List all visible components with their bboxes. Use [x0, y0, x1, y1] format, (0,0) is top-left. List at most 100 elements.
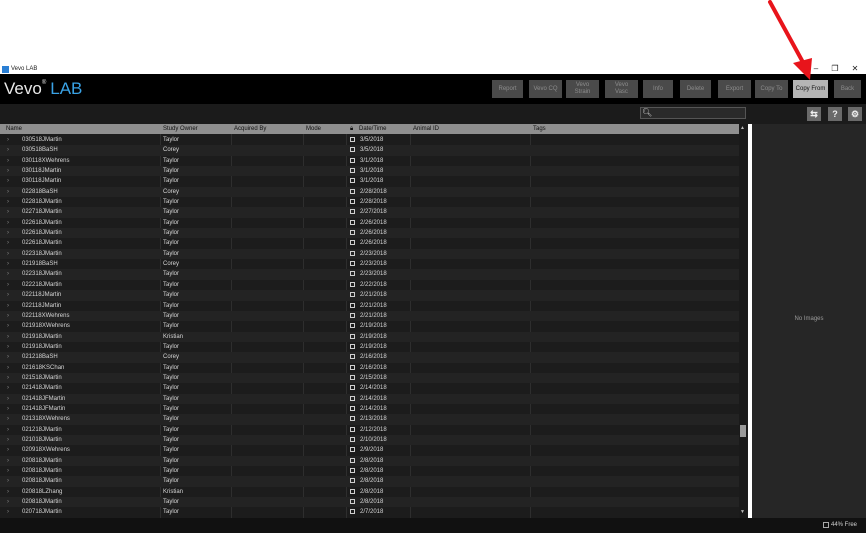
table-row[interactable]: › 021018JMartin Taylor 2/10/2018 [0, 434, 740, 446]
expand-chevron-icon[interactable]: › [7, 373, 9, 383]
lock-checkbox[interactable] [350, 354, 355, 360]
lock-checkbox[interactable] [350, 509, 355, 515]
expand-chevron-icon[interactable]: › [7, 228, 9, 238]
table-row[interactable]: › 020818LZhang Kristian 2/8/2018 [0, 487, 740, 497]
column-header-date-time[interactable]: Date/Time [359, 124, 386, 134]
lock-checkbox[interactable] [350, 302, 355, 308]
column-header-tags[interactable]: Tags [533, 124, 546, 134]
lock-checkbox[interactable] [350, 261, 355, 267]
lock-checkbox[interactable] [350, 250, 355, 256]
expand-chevron-icon[interactable]: › [7, 497, 9, 507]
column-header-mode[interactable]: Mode [306, 124, 321, 134]
lock-checkbox[interactable] [350, 147, 355, 153]
lock-checkbox[interactable] [350, 188, 355, 194]
table-row[interactable]: › 030118JMartin Taylor 3/1/2018 [0, 176, 740, 186]
lock-checkbox[interactable] [350, 292, 355, 298]
lock-checkbox[interactable] [350, 426, 355, 432]
expand-chevron-icon[interactable]: › [7, 135, 9, 145]
help-icon[interactable]: ? [828, 107, 842, 121]
lock-checkbox[interactable] [350, 209, 355, 215]
table-row[interactable]: › 022118JMartin Taylor 2/21/2018 [0, 301, 740, 311]
lock-checkbox[interactable] [350, 364, 355, 370]
lock-icon[interactable]: 🔒︎ [350, 124, 353, 134]
expand-chevron-icon[interactable]: › [7, 218, 9, 228]
lock-checkbox[interactable] [350, 416, 355, 422]
table-row[interactable]: › 022618JMartin Taylor 2/26/2018 [0, 218, 740, 228]
lock-checkbox[interactable] [350, 230, 355, 236]
table-row[interactable]: › 021618KSChan Taylor 2/16/2018 [0, 363, 740, 373]
lock-checkbox[interactable] [350, 478, 355, 484]
scroll-up-icon[interactable]: ▲ [740, 125, 745, 131]
table-row[interactable]: › 020918XWehrens Taylor 2/9/2018 [0, 445, 740, 455]
table-row[interactable]: › 022718JMartin Taylor 2/27/2018 [0, 207, 740, 218]
expand-chevron-icon[interactable]: › [7, 207, 9, 217]
column-header-animal-id[interactable]: Animal ID [413, 124, 439, 134]
table-row[interactable]: › 022218JMartin Taylor 2/22/2018 [0, 280, 740, 290]
table-row[interactable]: › 020718JMartin Taylor 2/7/2018 [0, 507, 740, 517]
column-header-acquired-by[interactable]: Acquired By [234, 124, 266, 134]
expand-chevron-icon[interactable]: › [7, 394, 9, 404]
table-row[interactable]: › 022118XWehrens Taylor 2/21/2018 [0, 310, 740, 322]
expand-chevron-icon[interactable]: › [7, 404, 9, 414]
expand-chevron-icon[interactable]: › [7, 435, 9, 445]
table-row[interactable]: › 020818JMartin Taylor 2/8/2018 [0, 497, 740, 508]
column-header-study-owner[interactable]: Study Owner [163, 124, 198, 134]
expand-chevron-icon[interactable]: › [7, 352, 9, 362]
expand-chevron-icon[interactable]: › [7, 445, 9, 455]
vevo-strain-button[interactable]: Vevo Strain [566, 80, 599, 98]
expand-chevron-icon[interactable]: › [7, 466, 9, 476]
expand-chevron-icon[interactable]: › [7, 156, 9, 166]
table-row[interactable]: › 021918JMartin Kristian 2/19/2018 [0, 331, 740, 342]
table-row[interactable]: › 022618JMartin Taylor 2/26/2018 [0, 228, 740, 239]
expand-chevron-icon[interactable]: › [7, 311, 9, 321]
expand-chevron-icon[interactable]: › [7, 425, 9, 435]
lock-checkbox[interactable] [350, 343, 355, 349]
lock-checkbox[interactable] [350, 436, 355, 442]
table-row[interactable]: › 021518JMartin Taylor 2/15/2018 [0, 372, 740, 384]
expand-chevron-icon[interactable]: › [7, 187, 9, 197]
expand-chevron-icon[interactable]: › [7, 342, 9, 352]
lock-checkbox[interactable] [350, 240, 355, 246]
lock-checkbox[interactable] [350, 178, 355, 184]
scroll-down-icon[interactable]: ▼ [740, 509, 745, 515]
expand-chevron-icon[interactable]: › [7, 456, 9, 466]
lock-checkbox[interactable] [350, 395, 355, 401]
expand-chevron-icon[interactable]: › [7, 145, 9, 155]
table-row[interactable]: › 030118XWehrens Taylor 3/1/2018 [0, 156, 740, 166]
lock-checkbox[interactable] [350, 312, 355, 318]
expand-chevron-icon[interactable]: › [7, 414, 9, 424]
lock-checkbox[interactable] [350, 219, 355, 225]
table-row[interactable]: › 030518JMartin Taylor 3/5/2018 [0, 135, 740, 145]
lock-checkbox[interactable] [350, 157, 355, 163]
report-button[interactable]: Report [492, 80, 523, 98]
expand-chevron-icon[interactable]: › [7, 176, 9, 186]
table-row[interactable]: › 021418JMartin Taylor 2/14/2018 [0, 383, 740, 393]
expand-chevron-icon[interactable]: › [7, 269, 9, 279]
expand-chevron-icon[interactable]: › [7, 363, 9, 373]
expand-chevron-icon[interactable]: › [7, 383, 9, 393]
delete-button[interactable]: Delete [680, 80, 711, 98]
lock-checkbox[interactable] [350, 168, 355, 174]
back-button[interactable]: Back [834, 80, 861, 98]
scrollbar-thumb[interactable] [740, 425, 746, 437]
lock-checkbox[interactable] [350, 281, 355, 287]
lock-checkbox[interactable] [350, 199, 355, 205]
search-input[interactable] [640, 107, 746, 119]
gear-icon[interactable]: ⚙ [848, 107, 862, 121]
table-row[interactable]: › 022118JMartin Taylor 2/21/2018 [0, 290, 740, 301]
table-row[interactable]: › 021918XWehrens Taylor 2/19/2018 [0, 321, 740, 331]
lock-checkbox[interactable] [350, 468, 355, 473]
copy-to-button[interactable]: Copy To [755, 80, 788, 98]
expand-chevron-icon[interactable]: › [7, 280, 9, 290]
table-row[interactable]: › 030518BaSH Corey 3/5/2018 [0, 145, 740, 156]
lock-checkbox[interactable] [350, 499, 355, 505]
table-row[interactable]: › 021318XWehrens Taylor 2/13/2018 [0, 414, 740, 425]
expand-chevron-icon[interactable]: › [7, 476, 9, 486]
expand-chevron-icon[interactable]: › [7, 249, 9, 259]
table-row[interactable]: › 021418JFMartin Taylor 2/14/2018 [0, 393, 740, 404]
expand-chevron-icon[interactable]: › [7, 507, 9, 517]
table-scrollbar[interactable] [739, 124, 747, 518]
column-header-name[interactable]: Name [6, 124, 22, 134]
table-row[interactable]: › 022818JMartin Taylor 2/28/2018 [0, 197, 740, 207]
table-row[interactable]: › 022318JMartin Taylor 2/23/2018 [0, 269, 740, 280]
